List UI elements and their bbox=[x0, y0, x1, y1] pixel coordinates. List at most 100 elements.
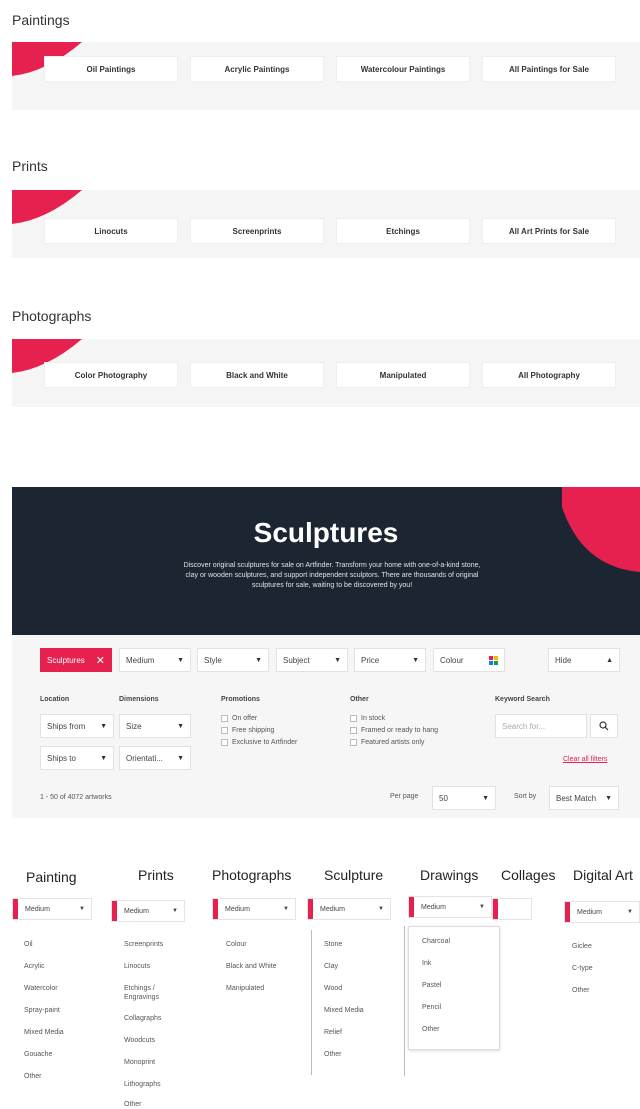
featured-artists-checkbox[interactable]: Featured artists only bbox=[350, 739, 424, 746]
select-label: Medium bbox=[25, 905, 50, 913]
medium-dropdown[interactable]: Medium ▼ bbox=[119, 648, 191, 672]
menu-item[interactable]: Other bbox=[572, 986, 590, 995]
sort-dropdown[interactable]: Best Match ▼ bbox=[549, 786, 619, 810]
active-filter-chip[interactable]: Sculptures ✕ bbox=[40, 648, 112, 672]
menu-item[interactable]: Collagraphs bbox=[124, 1014, 161, 1023]
menu-item[interactable]: Acrylic bbox=[24, 962, 45, 971]
sculpture-medium-select[interactable]: Medium ▼ bbox=[307, 898, 391, 920]
select-label: Medium bbox=[320, 905, 345, 913]
menu-item[interactable]: Linocuts bbox=[124, 962, 150, 971]
menu-item[interactable]: Other bbox=[124, 1100, 142, 1109]
menu-item[interactable]: Relief bbox=[324, 1028, 342, 1037]
search-button[interactable] bbox=[590, 714, 618, 738]
ships-to-dropdown[interactable]: Ships to ▼ bbox=[40, 746, 114, 770]
drawings-medium-select[interactable]: Medium ▼ bbox=[408, 896, 492, 918]
menu-item[interactable]: Pastel bbox=[422, 981, 441, 990]
menu-item[interactable]: Manipulated bbox=[226, 984, 264, 993]
linocuts-button[interactable]: Linocuts bbox=[44, 218, 178, 244]
color-photography-button[interactable]: Color Photography bbox=[44, 362, 178, 388]
on-offer-checkbox[interactable]: On offer bbox=[221, 715, 257, 722]
menu-item[interactable]: Oil bbox=[24, 940, 33, 949]
oil-paintings-button[interactable]: Oil Paintings bbox=[44, 56, 178, 82]
acrylic-paintings-button[interactable]: Acrylic Paintings bbox=[190, 56, 324, 82]
menu-item[interactable]: Mixed Media bbox=[324, 1006, 364, 1015]
menu-item[interactable]: Other bbox=[324, 1050, 342, 1059]
other-label: Other bbox=[350, 696, 369, 703]
close-icon[interactable]: ✕ bbox=[96, 654, 105, 667]
filter-panel: Sculptures ✕ Medium ▼ Style ▼ Subject ▼ Pri… bbox=[12, 635, 640, 818]
menu-item[interactable]: Charcoal bbox=[422, 937, 450, 946]
watercolour-paintings-button[interactable]: Watercolour Paintings bbox=[336, 56, 470, 82]
checkbox-label: On offer bbox=[232, 715, 258, 722]
menu-item[interactable]: Spray-paint bbox=[24, 1006, 60, 1015]
free-shipping-checkbox[interactable]: Free shipping bbox=[221, 727, 274, 734]
menu-item[interactable]: Lithographs bbox=[124, 1080, 161, 1089]
menu-title-drawings: Drawings bbox=[420, 867, 479, 883]
menu-item[interactable]: Other bbox=[422, 1025, 440, 1034]
dimensions-label: Dimensions bbox=[119, 696, 159, 703]
hero-description: Discover original sculptures for sale on… bbox=[183, 562, 481, 589]
price-dropdown[interactable]: Price ▼ bbox=[354, 648, 426, 672]
menu-item[interactable]: Etchings / Engravings bbox=[124, 984, 184, 1002]
menu-title-photographs: Photographs bbox=[212, 867, 292, 883]
all-photography-button[interactable]: All Photography bbox=[482, 362, 616, 388]
in-stock-checkbox[interactable]: In stock bbox=[350, 715, 385, 722]
menu-item[interactable]: Stone bbox=[324, 940, 342, 949]
menu-item[interactable]: Screenprints bbox=[124, 940, 163, 949]
orientation-dropdown[interactable]: Orientati... ▼ bbox=[119, 746, 191, 770]
menu-item[interactable]: Black and White bbox=[226, 962, 277, 971]
size-dropdown[interactable]: Size ▼ bbox=[119, 714, 191, 738]
menu-item[interactable]: Mixed Media bbox=[24, 1028, 64, 1037]
screenprints-button[interactable]: Screenprints bbox=[190, 218, 324, 244]
chip-label: Sculptures bbox=[47, 655, 85, 665]
all-paintings-button[interactable]: All Paintings for Sale bbox=[482, 56, 616, 82]
checkbox-icon bbox=[350, 727, 357, 734]
menu-title-collages: Collages bbox=[501, 867, 556, 883]
per-page-label: Per page bbox=[390, 793, 419, 800]
black-and-white-button[interactable]: Black and White bbox=[190, 362, 324, 388]
style-dropdown[interactable]: Style ▼ bbox=[197, 648, 269, 672]
etchings-button[interactable]: Etchings bbox=[336, 218, 470, 244]
chevron-down-icon: ▼ bbox=[605, 794, 612, 802]
select-label: Medium bbox=[124, 907, 149, 915]
menu-item[interactable]: Gouache bbox=[24, 1050, 52, 1059]
clear-all-filters-link[interactable]: Clear all filters bbox=[563, 756, 607, 763]
menu-item[interactable]: Other bbox=[24, 1072, 42, 1081]
search-input[interactable]: Search for... bbox=[495, 714, 587, 738]
digital-art-medium-select[interactable]: Medium ▼ bbox=[564, 901, 640, 923]
ships-from-dropdown[interactable]: Ships from ▼ bbox=[40, 714, 114, 738]
menu-item[interactable]: Woodcuts bbox=[124, 1036, 155, 1045]
hide-filters-button[interactable]: Hide ▲ bbox=[548, 648, 620, 672]
menu-item[interactable]: Pencil bbox=[422, 1003, 441, 1012]
search-placeholder: Search for... bbox=[502, 721, 546, 731]
collages-medium-select[interactable] bbox=[492, 898, 532, 920]
subject-dropdown[interactable]: Subject ▼ bbox=[276, 648, 348, 672]
menu-item[interactable]: C-type bbox=[572, 964, 593, 973]
colour-dropdown[interactable]: Colour bbox=[433, 648, 505, 672]
framed-checkbox[interactable]: Framed or ready to hang bbox=[350, 727, 438, 734]
chevron-down-icon: ▼ bbox=[482, 794, 489, 802]
menu-item[interactable]: Monoprint bbox=[124, 1058, 155, 1067]
sort-by-label: Sort by bbox=[514, 793, 537, 800]
manipulated-button[interactable]: Manipulated bbox=[336, 362, 470, 388]
checkbox-label: Exclusive to Artfinder bbox=[232, 739, 298, 746]
menu-title-prints: Prints bbox=[138, 867, 174, 883]
all-prints-button[interactable]: All Art Prints for Sale bbox=[482, 218, 616, 244]
menu-item[interactable]: Wood bbox=[324, 984, 342, 993]
menu-item[interactable]: Ink bbox=[422, 959, 431, 968]
promotions-label: Promotions bbox=[221, 696, 260, 703]
photographs-medium-select[interactable]: Medium ▼ bbox=[212, 898, 296, 920]
prints-medium-select[interactable]: Medium ▼ bbox=[111, 900, 185, 922]
menu-item[interactable]: Colour bbox=[226, 940, 247, 949]
menu-item[interactable]: Giclee bbox=[572, 942, 592, 951]
per-page-dropdown[interactable]: 50 ▼ bbox=[432, 786, 496, 810]
checkbox-icon bbox=[350, 715, 357, 722]
painting-medium-select[interactable]: Medium ▼ bbox=[12, 898, 92, 920]
menu-item[interactable]: Watercolor bbox=[24, 984, 58, 993]
menu-item[interactable]: Clay bbox=[324, 962, 338, 971]
checkbox-label: Framed or ready to hang bbox=[361, 727, 439, 734]
results-count: 1 - 50 of 4072 artworks bbox=[40, 794, 112, 801]
dropdown-label: Size bbox=[126, 721, 142, 731]
photographs-panel: Color Photography Black and White Manipu… bbox=[12, 339, 640, 407]
exclusive-checkbox[interactable]: Exclusive to Artfinder bbox=[221, 739, 297, 746]
